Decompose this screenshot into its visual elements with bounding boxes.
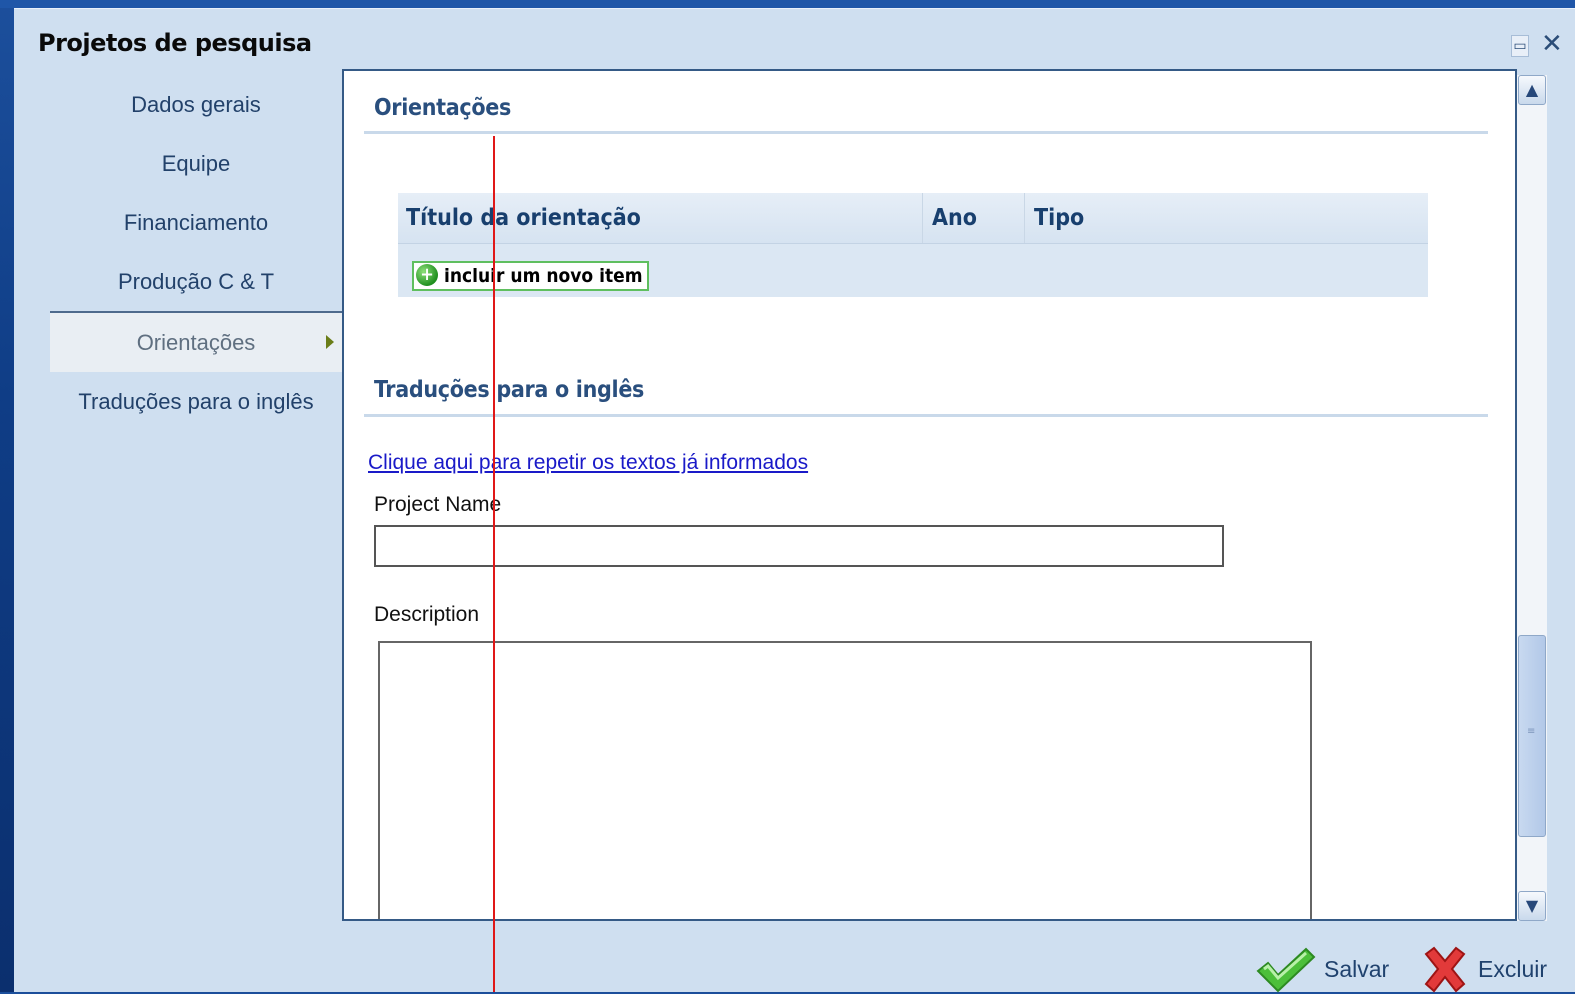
project-name-input[interactable] [374,525,1224,567]
annotation-red-line [493,136,495,992]
nav-item-orientacoes[interactable]: Orientações [50,311,342,372]
add-item-button[interactable]: + incluir um novo item [412,261,649,291]
nav-item-producao[interactable]: Produção C & T [50,252,342,311]
grid-header: Título da orientação Ano Tipo [398,193,1428,244]
window-title: Projetos de pesquisa [38,29,312,57]
nav-item-traducoes[interactable]: Traduções para o inglês [50,372,342,431]
delete-x-icon [1424,946,1466,993]
save-label: Salvar [1324,955,1390,982]
desktop-background [0,0,1575,8]
delete-button[interactable]: Excluir [1420,945,1547,993]
nav-item-label: Orientações [136,330,256,355]
description-textarea[interactable] [378,641,1312,919]
column-divider [922,193,923,243]
section-divider [364,414,1488,417]
nav-item-equipe[interactable]: Equipe [50,134,342,193]
section-divider [364,131,1488,134]
scroll-up-icon[interactable]: ▲ [1518,75,1546,105]
orientacoes-grid: Título da orientação Ano Tipo + incluir … [398,193,1428,297]
description-label: Description [374,603,480,626]
column-header-titulo[interactable]: Título da orientação [406,205,641,231]
restore-icon[interactable]: ▭ [1511,35,1529,57]
nav-item-financiamento[interactable]: Financiamento [50,193,342,252]
scroll-down-icon[interactable]: ▼ [1518,891,1546,921]
vertical-scrollbar[interactable]: ▲ ≡ ▼ [1517,75,1547,921]
project-name-label: Project Name [374,493,502,516]
check-icon [1256,947,1316,993]
close-icon[interactable]: ✕ [1541,31,1563,57]
column-header-tipo[interactable]: Tipo [1034,205,1084,231]
dialog-window: Projetos de pesquisa ▭ ✕ Dados gerais Eq… [14,8,1575,993]
save-button[interactable]: Salvar [1254,945,1389,993]
section-title-traducoes: Traduções para o inglês [374,377,645,403]
column-header-ano[interactable]: Ano [932,205,977,231]
add-item-label: incluir um novo item [444,265,643,287]
grip-icon: ≡ [1527,726,1536,737]
column-divider [1024,193,1025,243]
repeat-texts-link[interactable]: Clique aqui para repetir os textos já in… [368,451,808,475]
nav-item-dados-gerais[interactable]: Dados gerais [50,75,342,134]
scroll-thumb[interactable]: ≡ [1518,635,1546,837]
section-nav: Dados gerais Equipe Financiamento Produç… [50,75,342,431]
section-title-orientacoes: Orientações [374,95,512,121]
delete-label: Excluir [1478,955,1548,982]
content-panel: Orientações Título da orientação Ano Tip… [342,69,1517,921]
chevron-right-icon [326,335,334,349]
plus-circle-icon: + [416,264,438,286]
